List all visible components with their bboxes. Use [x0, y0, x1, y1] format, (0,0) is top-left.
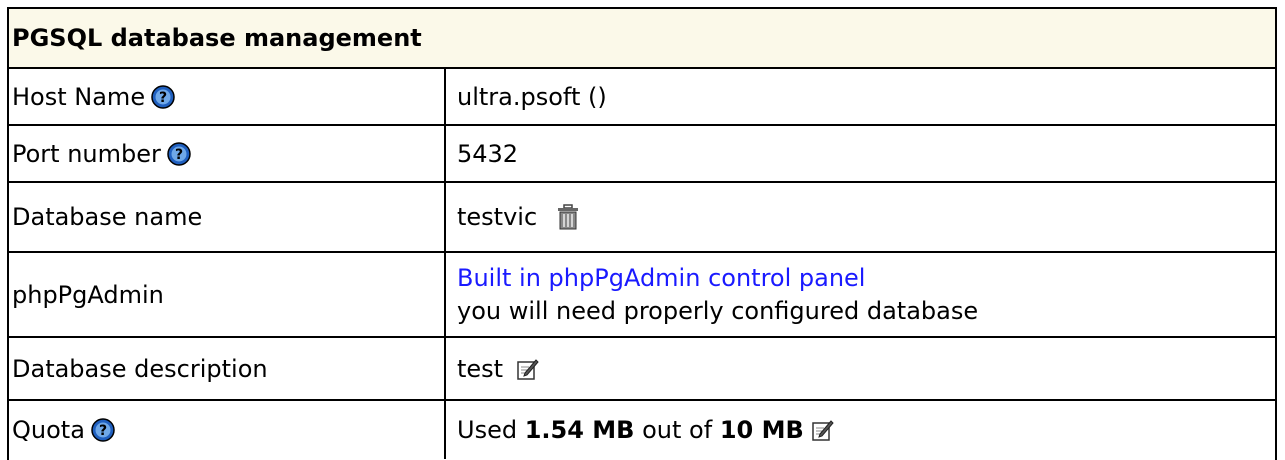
dbname-value-cell: testvic — [446, 183, 1275, 251]
quota-total: 10 MB — [719, 416, 804, 444]
quota-out-of: out of — [642, 416, 713, 444]
phppgadmin-link[interactable]: Built in phpPgAdmin control panel — [457, 262, 865, 295]
port-row: Port number ? 5432 — [9, 126, 1275, 183]
pgsql-panel: PGSQL database management Host Name ? ul… — [7, 7, 1277, 460]
help-icon[interactable]: ? — [91, 418, 115, 442]
phppgadmin-label: phpPgAdmin — [12, 280, 164, 309]
port-label: Port number — [12, 139, 161, 168]
description-label-cell: Database description — [9, 338, 446, 399]
host-label-cell: Host Name ? — [9, 69, 446, 124]
dbname-label: Database name — [12, 203, 203, 231]
edit-icon[interactable] — [517, 358, 539, 380]
port-label-cell: Port number ? — [9, 126, 446, 181]
host-label: Host Name — [12, 82, 146, 111]
quota-used: 1.54 MB — [524, 416, 635, 444]
description-value-cell: test — [446, 338, 1275, 399]
phppgadmin-row: phpPgAdmin Built in phpPgAdmin control p… — [9, 253, 1275, 338]
host-row: Host Name ? ultra.psoft () — [9, 69, 1275, 126]
trash-icon[interactable] — [557, 204, 579, 230]
svg-text:?: ? — [159, 90, 167, 106]
quota-label-cell: Quota ? — [9, 401, 446, 459]
dbname-row: Database name testvic — [9, 183, 1275, 253]
host-value-cell: ultra.psoft () — [446, 69, 1275, 124]
quota-row: Quota ? Used 1.54 MB out of 10 MB — [9, 401, 1275, 459]
quota-used-prefix: Used — [457, 416, 518, 444]
host-value: ultra.psoft () — [457, 82, 607, 111]
quota-label: Quota — [12, 416, 85, 444]
phppgadmin-value-cell: Built in phpPgAdmin control panel you wi… — [446, 253, 1275, 336]
help-icon[interactable]: ? — [151, 84, 175, 109]
description-row: Database description test — [9, 338, 1275, 401]
dbname-value: testvic — [457, 203, 538, 231]
description-value: test — [457, 354, 504, 383]
quota-value-cell: Used 1.54 MB out of 10 MB — [446, 401, 1275, 459]
edit-icon[interactable] — [812, 419, 834, 441]
svg-text:?: ? — [175, 147, 183, 163]
dbname-label-cell: Database name — [9, 183, 446, 251]
phppgadmin-note: you will need properly configured databa… — [457, 296, 979, 325]
help-icon[interactable]: ? — [167, 141, 191, 166]
port-value: 5432 — [457, 139, 519, 168]
description-label: Database description — [12, 354, 268, 383]
port-value-cell: 5432 — [446, 126, 1275, 181]
panel-title: PGSQL database management — [9, 9, 1275, 69]
svg-text:?: ? — [99, 423, 107, 439]
phppgadmin-label-cell: phpPgAdmin — [9, 253, 446, 336]
